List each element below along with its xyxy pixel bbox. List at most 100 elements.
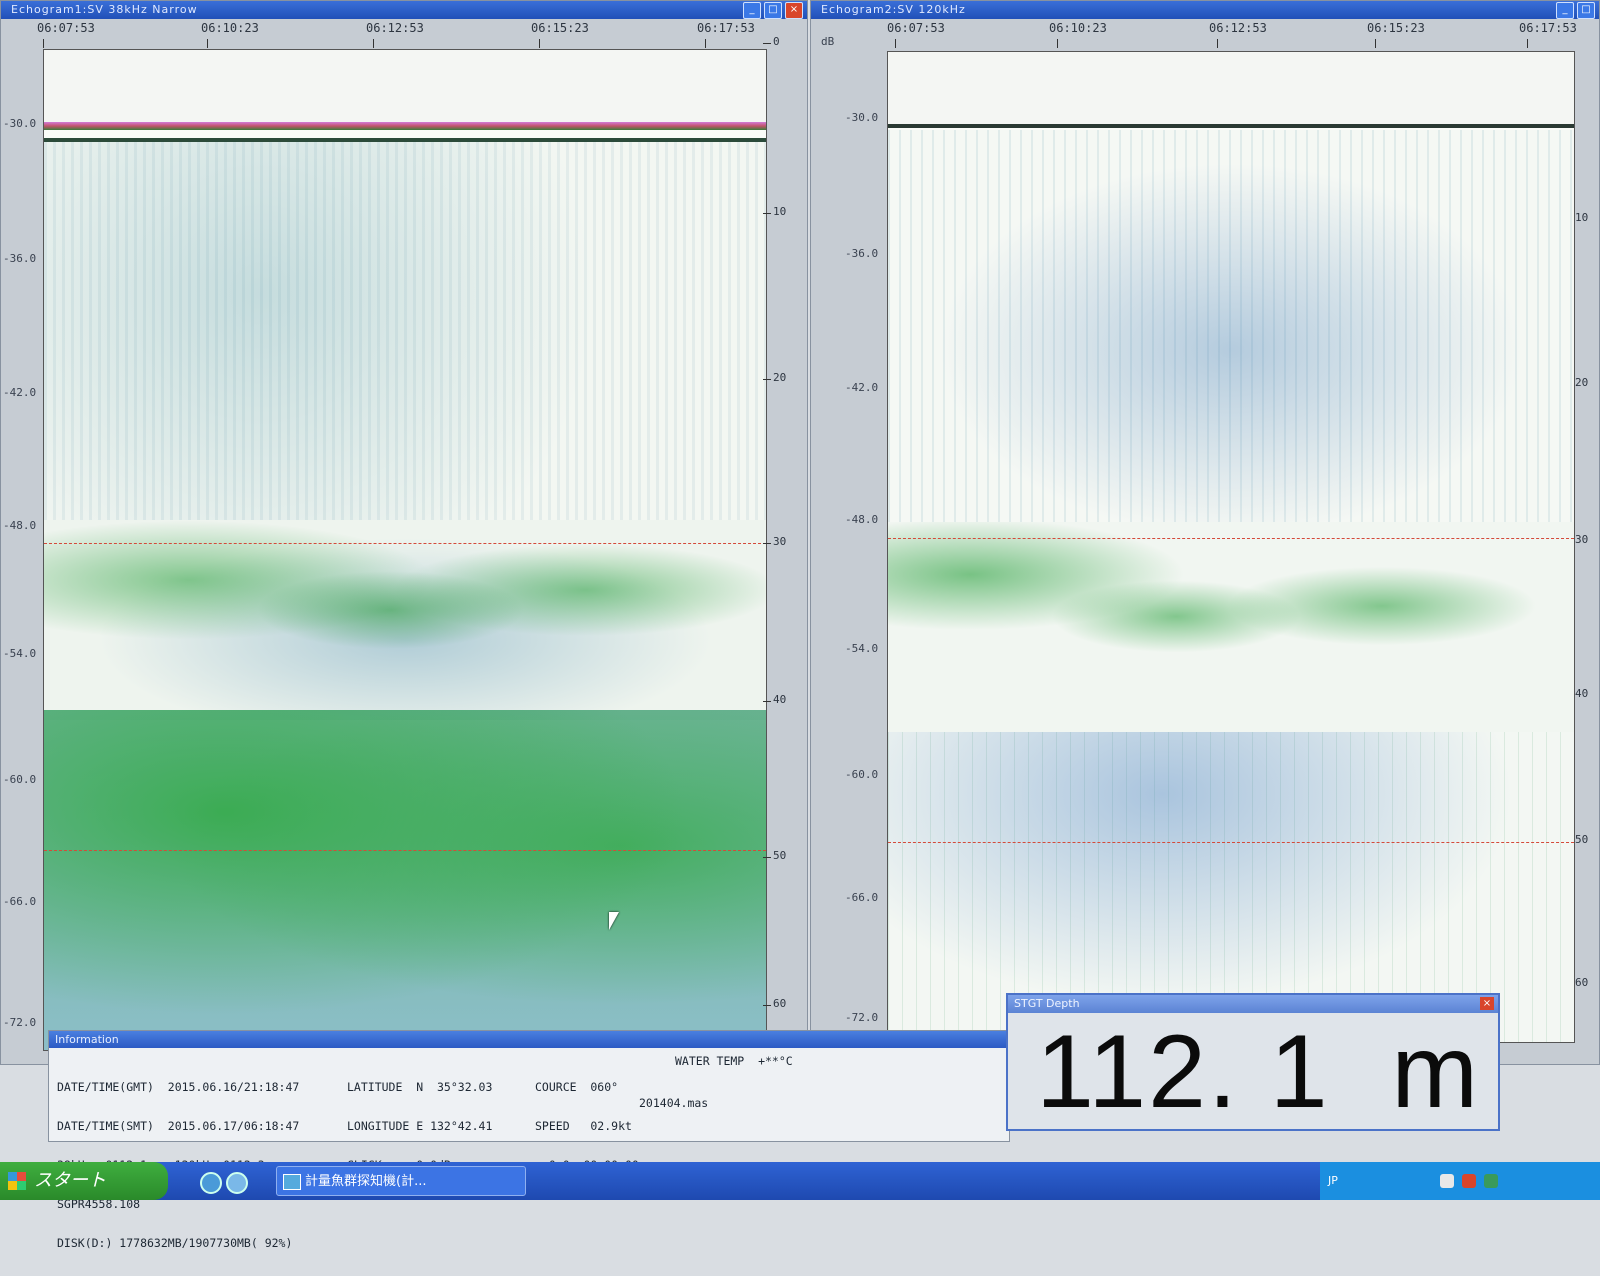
sparse-scatter-layer (44, 142, 766, 522)
depth-marker-line[interactable] (888, 842, 1574, 843)
db-scale: -30.0 -36.0 -42.0 -48.0 -54.0 -60.0 -66.… (1, 49, 43, 1039)
surface-area (44, 50, 766, 122)
close-icon[interactable]: × (785, 2, 803, 19)
window-title: Echogram2:SV 120kHz (811, 1, 1599, 19)
depth-label: 60 (1575, 976, 1589, 989)
surface-line (888, 124, 1574, 128)
time-tick: 06:12:53 (1209, 21, 1267, 35)
depth-label: 10 (1575, 211, 1589, 224)
water-temp: WATER TEMP +**°C (675, 1054, 793, 1068)
taskbar-app-button[interactable]: 計量魚群探知機(計... (276, 1166, 526, 1196)
information-title: Information (49, 1031, 1009, 1048)
db-label: -36.0 (3, 252, 37, 265)
time-tick: 06:15:23 (1367, 21, 1425, 35)
maximize-icon[interactable]: □ (764, 2, 782, 19)
db-label: -36.0 (845, 247, 879, 260)
stgt-depth-title: STGT Depth (1008, 995, 1498, 1013)
time-tick: 06:17:53 (1519, 21, 1577, 35)
depth-marker-line[interactable] (888, 538, 1574, 539)
time-tick: 06:15:23 (531, 21, 589, 35)
db-label: -54.0 (845, 642, 879, 655)
info-line: DATE/TIME(SMT) 2015.06.17/06:18:47 (57, 1119, 300, 1133)
start-button[interactable]: スタート (0, 1162, 168, 1200)
window-title: Echogram1:SV 38kHz Narrow (1, 1, 807, 19)
depth-label: 40 (773, 693, 787, 706)
db-label: -72.0 (845, 1011, 879, 1024)
window-controls: _ □ (1556, 2, 1595, 19)
db-label: -48.0 (3, 519, 37, 532)
surface-area (888, 52, 1574, 124)
depth-label: 30 (1575, 533, 1589, 546)
transducer-band (44, 122, 766, 130)
minimize-icon[interactable]: _ (1556, 2, 1574, 19)
stgt-depth-window[interactable]: STGT Depth × 112. 1 m (1006, 993, 1500, 1131)
file-name: 201404.mas (639, 1096, 709, 1110)
time-tick: 06:07:53 (37, 21, 95, 35)
depth-marker-line[interactable] (44, 543, 766, 544)
windows-logo-icon (8, 1172, 26, 1190)
system-tray: JP (1320, 1162, 1600, 1200)
fish-school-layer (44, 520, 766, 720)
time-axis: 06:07:53 06:10:23 06:12:53 06:15:23 06:1… (811, 19, 1599, 49)
db-unit-label: dB (821, 35, 835, 48)
db-label: -72.0 (3, 1016, 37, 1029)
db-label: -60.0 (845, 768, 879, 781)
tray-icon[interactable] (1440, 1174, 1454, 1188)
info-line: DISK(D:) 1778632MB/1907730MB( 92%) (57, 1236, 293, 1250)
depth-label: 10 (773, 205, 787, 218)
db-label: -48.0 (845, 513, 879, 526)
depth-label: 40 (1575, 687, 1589, 700)
db-label: -30.0 (845, 111, 879, 124)
db-label: -42.0 (845, 381, 879, 394)
info-line: COURCE 060° (535, 1080, 619, 1094)
depth-label: 60 (773, 997, 787, 1010)
stgt-depth-value: 112. 1 m (1036, 1014, 1480, 1130)
info-line: SPEED 02.9kt (535, 1119, 632, 1133)
app-icon (283, 1174, 301, 1190)
network-icon[interactable] (1484, 1174, 1498, 1188)
sparse-scatter-layer (888, 130, 1574, 530)
browser-icon[interactable] (200, 1172, 222, 1194)
db-label: -54.0 (3, 647, 37, 660)
db-label: -66.0 (845, 891, 879, 904)
security-icon[interactable] (1462, 1174, 1476, 1188)
close-icon[interactable]: × (1480, 997, 1494, 1010)
depth-label: 30 (773, 535, 787, 548)
minimize-icon[interactable]: _ (743, 2, 761, 19)
depth-marker-line[interactable] (44, 850, 766, 851)
time-tick: 06:10:23 (201, 21, 259, 35)
db-label: -66.0 (3, 895, 37, 908)
depth-label: 20 (1575, 376, 1589, 389)
taskbar-app-label: 計量魚群探知機(計... (305, 1174, 427, 1189)
time-axis: 06:07:53 06:10:23 06:12:53 06:15:23 06:1… (1, 19, 807, 49)
language-indicator[interactable]: JP (1328, 1174, 1338, 1187)
mouse-cursor-icon (609, 912, 619, 930)
db-label: -42.0 (3, 386, 37, 399)
time-tick: 06:12:53 (366, 21, 424, 35)
window-controls: _ □ × (743, 2, 803, 19)
depth-label: 0 (773, 35, 780, 48)
start-label: スタート (34, 1170, 106, 1191)
depth-label: 20 (773, 371, 787, 384)
depth-label: 50 (773, 849, 787, 862)
info-line: LONGITUDE E 132°42.41 (347, 1119, 493, 1133)
db-label: -60.0 (3, 773, 37, 786)
echogram-38khz-window[interactable]: Echogram1:SV 38kHz Narrow _ □ × 06:07:53… (0, 0, 808, 1065)
dense-scatter-layer (44, 710, 766, 1050)
echogram-plot-38khz[interactable] (43, 49, 767, 1051)
time-tick: 06:07:53 (887, 21, 945, 35)
taskbar: スタート 計量魚群探知機(計... JP (0, 1162, 1600, 1200)
echogram-120khz-window[interactable]: Echogram2:SV 120kHz _ □ 06:07:53 06:10:2… (810, 0, 1600, 1065)
echogram-plot-120khz[interactable] (887, 51, 1575, 1043)
info-line: LATITUDE N 35°32.03 (347, 1080, 493, 1094)
maximize-icon[interactable]: □ (1577, 2, 1595, 19)
fish-school-layer (888, 522, 1574, 732)
information-panel: Information DATE/TIME(GMT) 2015.06.16/21… (48, 1030, 1010, 1250)
depth-label: 50 (1575, 833, 1589, 846)
db-label: -30.0 (3, 117, 37, 130)
explorer-icon[interactable] (226, 1172, 248, 1194)
info-line: DATE/TIME(GMT) 2015.06.16/21:18:47 (57, 1080, 300, 1094)
time-tick: 06:10:23 (1049, 21, 1107, 35)
db-scale: -30.0 -36.0 -42.0 -48.0 -54.0 -60.0 -66.… (819, 49, 878, 1039)
time-tick: 06:17:53 (697, 21, 755, 35)
